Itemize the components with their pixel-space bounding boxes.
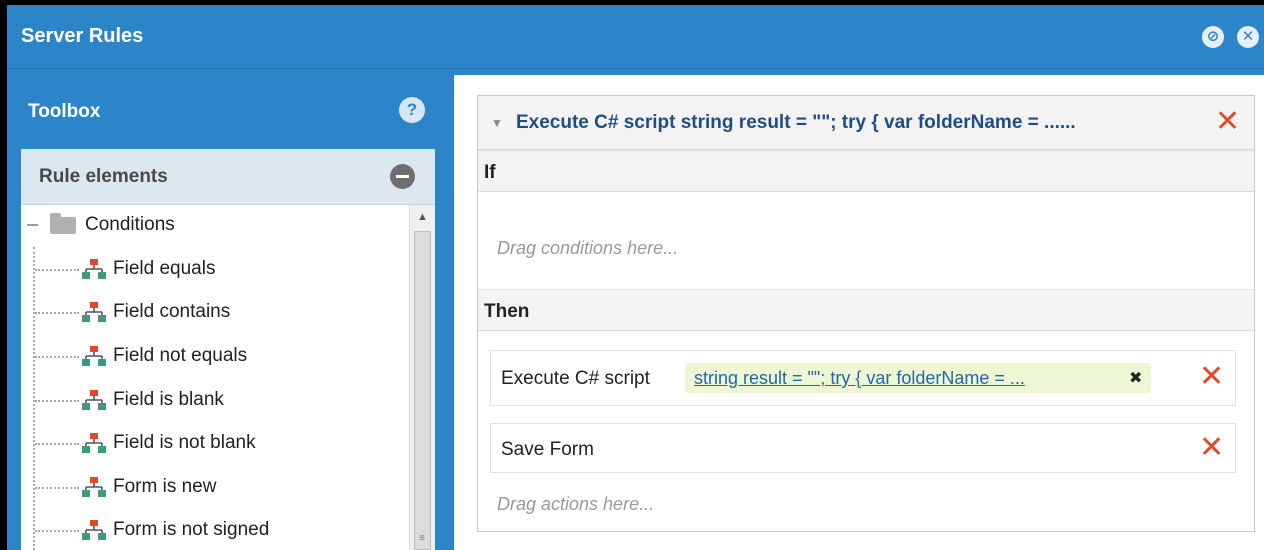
tree-item-field-is-not-blank[interactable]: Field is not blank bbox=[21, 423, 409, 463]
tree-branch-line bbox=[35, 312, 79, 314]
tree-item-label: Field is not blank bbox=[113, 432, 256, 453]
title-bar: Server Rules ⊘ ✕ bbox=[7, 5, 1264, 69]
rule-header[interactable]: ▼ Execute C# script string result = ""; … bbox=[478, 96, 1254, 150]
help-icon[interactable]: ? bbox=[399, 97, 425, 123]
tree-item-label: Field contains bbox=[113, 301, 231, 322]
if-section-header: If bbox=[478, 150, 1254, 192]
tree-branch-line bbox=[35, 269, 79, 271]
actions-drop-zone[interactable]: Drag actions here... bbox=[497, 494, 654, 515]
rule-editor: ▼ Execute C# script string result = ""; … bbox=[454, 75, 1264, 550]
hierarchy-icon bbox=[82, 302, 106, 322]
tree-item-label: Field equals bbox=[113, 258, 216, 279]
toolbox-title: Toolbox bbox=[28, 101, 101, 122]
toolbox-body: Rule elements Conditions Field equals Fi… bbox=[21, 149, 435, 550]
scroll-up-icon[interactable]: ▲ bbox=[410, 207, 435, 227]
close-icon[interactable]: ✕ bbox=[1237, 26, 1259, 48]
tree-item-field-contains[interactable]: Field contains bbox=[21, 292, 409, 332]
tree-branch-line bbox=[35, 356, 79, 358]
rule-elements-header[interactable]: Rule elements bbox=[21, 149, 435, 205]
window-title: Server Rules bbox=[21, 25, 144, 47]
minimize-icon[interactable]: ⊘ bbox=[1202, 26, 1224, 48]
tree-item-form-is-new[interactable]: Form is new bbox=[21, 467, 409, 507]
tree-folder-conditions[interactable]: Conditions bbox=[21, 205, 409, 245]
hierarchy-icon bbox=[82, 346, 106, 366]
tree-item-field-equals[interactable]: Field equals bbox=[21, 249, 409, 289]
hierarchy-icon bbox=[82, 520, 106, 540]
remove-parameter-icon[interactable]: ✖ bbox=[1129, 368, 1142, 388]
tree-item-field-not-equals[interactable]: Field not equals bbox=[21, 336, 409, 376]
action-execute-script[interactable]: Execute C# script string result = ""; tr… bbox=[490, 350, 1236, 406]
toolbox-panel: Toolbox ? Rule elements Conditions Field… bbox=[7, 75, 445, 550]
tree-item-label: Form is not signed bbox=[113, 519, 270, 540]
tree-item-label: Field is blank bbox=[113, 389, 224, 410]
conditions-drop-zone[interactable]: Drag conditions here... bbox=[497, 238, 678, 259]
script-parameter-link[interactable]: string result = ""; try { var folderName… bbox=[694, 368, 1025, 389]
tree-item-label: Field not equals bbox=[113, 345, 248, 366]
action-save-form[interactable]: Save Form ✕ bbox=[490, 423, 1236, 473]
tree-branch-line bbox=[35, 487, 79, 489]
tree-folder-label: Conditions bbox=[85, 214, 175, 235]
then-section-header: Then bbox=[478, 289, 1254, 331]
then-label: Then bbox=[484, 301, 530, 322]
action-label: Execute C# script bbox=[501, 368, 650, 389]
tree-branch-line bbox=[35, 443, 79, 445]
script-parameter-chip: string result = ""; try { var folderName… bbox=[685, 363, 1151, 393]
server-rules-window: Server Rules ⊘ ✕ Toolbox ? Rule elements… bbox=[7, 5, 1264, 550]
action-label: Save Form bbox=[501, 439, 594, 460]
scroll-thumb[interactable]: ≡ bbox=[414, 231, 431, 550]
hierarchy-icon bbox=[82, 477, 106, 497]
tree-item-form-is-not-signed[interactable]: Form is not signed bbox=[21, 510, 409, 550]
hierarchy-icon bbox=[82, 390, 106, 410]
collapse-icon[interactable] bbox=[390, 164, 415, 189]
delete-rule-x-icon[interactable]: ✕ bbox=[1215, 107, 1240, 137]
delete-action-x-icon[interactable]: ✕ bbox=[1199, 362, 1224, 392]
tree-item-label: Form is new bbox=[113, 476, 217, 497]
grip-icon: ≡ bbox=[419, 533, 425, 544]
delete-action-x-icon[interactable]: ✕ bbox=[1199, 433, 1224, 463]
tree-scrollbar[interactable]: ▲ ≡ bbox=[409, 205, 435, 550]
if-label: If bbox=[484, 162, 496, 183]
chevron-down-icon[interactable]: ▼ bbox=[491, 116, 503, 130]
rule-card: ▼ Execute C# script string result = ""; … bbox=[477, 95, 1255, 532]
tree-expander-icon[interactable] bbox=[27, 224, 38, 235]
hierarchy-icon bbox=[82, 433, 106, 453]
tree-branch-line bbox=[35, 530, 79, 532]
rule-title[interactable]: Execute C# script string result = ""; tr… bbox=[516, 112, 1076, 134]
tree-branch-line bbox=[35, 400, 79, 402]
folder-icon bbox=[50, 213, 76, 234]
tree-item-field-is-blank[interactable]: Field is blank bbox=[21, 380, 409, 420]
hierarchy-icon bbox=[82, 259, 106, 279]
rule-elements-tree: Conditions Field equals Field contains F… bbox=[21, 205, 409, 550]
rule-elements-label: Rule elements bbox=[39, 166, 168, 187]
